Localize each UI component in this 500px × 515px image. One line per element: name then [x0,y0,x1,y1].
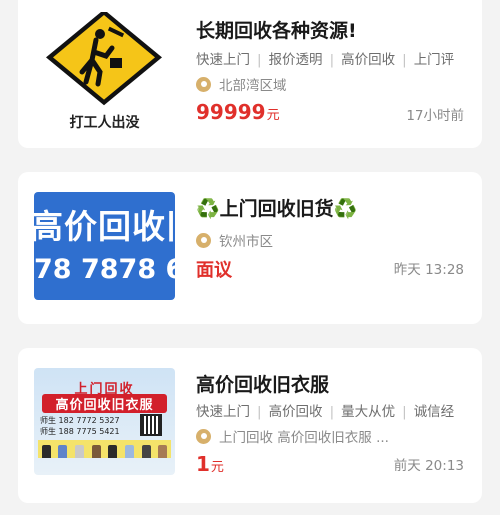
listing-price: 99999元 [196,100,280,124]
listing-location: 钦州市区 [196,230,466,250]
listing-card[interactable]: 打工人出没 长期回收各种资源! 快速上门 | 报价透明 | 高价回收 | 上门评 北部湾区域… [18,0,482,148]
listing-card[interactable]: 高价回收旧货 78 7878 608 ♻️上门回收旧货♻️ 钦州市区 面议 昨天… [18,172,482,324]
listing-tags: 快速上门 | 高价回收 | 量大从优 | 诚信经 [196,404,455,420]
listing-time: 昨天 13:28 [393,262,464,278]
recycle-icon: ♻️ [333,198,358,220]
listing-card[interactable]: 上门回收 高价回收旧衣服 师生 182 7772 5327 师生 188 777… [18,348,482,503]
price-unit: 元 [266,108,280,123]
qr-code-icon [140,414,162,436]
tag: 诚信经 [413,404,455,420]
location-pin-icon [196,76,211,92]
clothes-strip [38,440,171,458]
price-amount: 1 [196,452,210,476]
tag: 高价回收 [268,404,323,420]
listing-price: 面议 [196,256,232,282]
tag: 快速上门 [196,52,250,68]
thumbnail-text: 高价回收旧货 [34,207,175,246]
listing-thumbnail[interactable]: 上门回收 高价回收旧衣服 师生 182 7772 5327 师生 188 777… [34,368,175,475]
listing-thumbnail[interactable]: 高价回收旧货 78 7878 608 [34,192,175,300]
location-pin-icon [196,232,211,248]
price-unit: 元 [210,460,224,475]
tag: 量大从优 [341,404,396,420]
listing-thumbnail[interactable]: 打工人出没 [34,12,175,137]
price-amount: 99999 [196,100,266,124]
tag: 上门评 [413,52,455,68]
tag: 高价回收 [341,52,396,68]
listing-tags: 快速上门 | 报价透明 | 高价回收 | 上门评 [196,52,455,68]
thumbnail-phone: 师生 188 7775 5421 [40,427,120,436]
listing-time: 前天 20:13 [393,458,464,474]
listing-title[interactable]: 长期回收各种资源! [196,16,357,43]
location-text: 北部湾区域 [219,78,287,94]
location-text: 钦州市区 [219,234,273,250]
location-pin-icon [196,428,211,444]
thumbnail-phone: 师生 182 7772 5327 [40,416,120,425]
price-amount: 面议 [196,260,232,281]
location-text: 上门回收 高价回收旧衣服 ... [219,430,389,446]
tag: 快速上门 [196,404,250,420]
listing-title[interactable]: 高价回收旧衣服 [196,370,329,397]
listing-time: 17小时前 [406,108,464,124]
listing-location: 北部湾区域 [196,74,466,94]
thumbnail-caption: 打工人出没 [69,115,140,131]
worker-warning-sign-icon [46,12,162,106]
thumbnail-phone: 78 7878 608 [34,254,175,285]
listing-location: 上门回收 高价回收旧衣服 ... [196,426,466,446]
recycle-icon: ♻️ [196,198,220,220]
tag: 报价透明 [268,52,323,68]
listing-title-text: 上门回收旧货 [219,198,334,220]
listing-price: 1元 [196,452,224,476]
listing-title[interactable]: ♻️上门回收旧货♻️ [196,194,357,221]
thumbnail-subtitle: 高价回收旧衣服 [42,394,167,413]
